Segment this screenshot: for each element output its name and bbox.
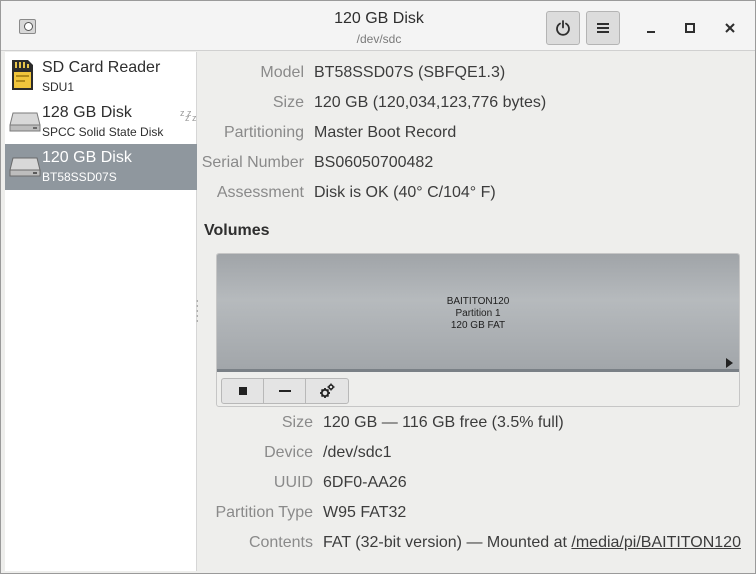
partition-description: 120 GB FAT (450, 320, 506, 331)
mount-point-link[interactable]: /media/pi/BAITITON120 (571, 534, 741, 551)
assessment-label: Assessment (216, 184, 304, 201)
partition-type-label: Partition Type (215, 504, 313, 521)
drive-subtitle: SPCC Solid State Disk (42, 125, 164, 139)
disk-drive-icon (9, 112, 41, 132)
window-title: 120 GB Disk (334, 10, 424, 27)
close-icon (725, 23, 735, 33)
window-subtitle: /dev/sdc (356, 32, 402, 46)
unmount-button[interactable] (222, 379, 264, 403)
size-label: Size (272, 94, 304, 111)
drive-item-120gb-disk[interactable]: 120 GB Disk BT58SSD07S (5, 144, 197, 190)
power-icon (556, 20, 570, 36)
disks-app-icon (19, 19, 36, 34)
contents-text: FAT (32-bit version) — Mounted at (323, 534, 572, 551)
header-bar: 120 GB Disk /dev/sdc (1, 1, 755, 51)
contents-value: FAT (32-bit version) — Mounted at /media… (323, 533, 741, 553)
uuid-value: 6DF0-AA26 (323, 474, 407, 491)
sleep-icon: z z z z (180, 108, 197, 123)
partition-label: BAITITON120 Partition 1 120 GB FAT (217, 296, 739, 332)
maximize-button[interactable] (677, 15, 703, 41)
hamburger-menu-icon (597, 23, 609, 33)
drive-details: Model BT58SSD07S (SBFQE1.3) Size 120 GB … (198, 52, 755, 571)
menu-button[interactable] (586, 11, 620, 45)
device-label: Device (264, 444, 313, 461)
power-off-button[interactable] (546, 11, 580, 45)
volume-size-value: 120 GB — 116 GB free (3.5% full) (323, 414, 564, 431)
partition-type-value: W95 FAT32 (323, 504, 407, 521)
uuid-label: UUID (273, 474, 313, 491)
gears-icon (320, 383, 335, 398)
minimize-button[interactable] (638, 15, 664, 41)
assessment-value: Disk is OK (40° C/104° F) (314, 184, 496, 201)
minimize-icon (647, 31, 655, 33)
stop-icon (238, 387, 247, 395)
drive-subtitle: SDU1 (42, 80, 75, 94)
size-value: 120 GB (120,034,123,776 bytes) (314, 94, 547, 111)
partition-name: BAITITON120 (446, 296, 510, 307)
drive-name: 128 GB Disk (42, 104, 132, 121)
partition-number: Partition 1 (455, 308, 501, 319)
serial-number-value: BS06050700482 (314, 154, 434, 171)
partitioning-value: Master Boot Record (314, 124, 457, 141)
delete-partition-button[interactable] (264, 379, 306, 403)
sd-card-icon (12, 60, 33, 90)
drive-list: SD Card Reader SDU1 128 GB Disk SPCC Sol… (5, 52, 197, 571)
partition-options-button[interactable] (306, 379, 348, 403)
partitioning-label: Partitioning (223, 124, 304, 141)
volumes-heading: Volumes (204, 222, 270, 239)
serial-number-label: Serial Number (201, 154, 304, 171)
model-value: BT58SSD07S (SBFQE1.3) (314, 64, 506, 81)
disks-window: 120 GB Disk /dev/sdc SD Card Reader SDU1… (0, 0, 756, 574)
volume-toolbar (221, 378, 349, 404)
drive-subtitle: BT58SSD07S (42, 170, 117, 184)
drive-item-128gb-disk[interactable]: 128 GB Disk SPCC Solid State Disk z z z … (5, 99, 197, 145)
contents-label: Contents (248, 534, 313, 551)
device-value: /dev/sdc1 (323, 444, 392, 461)
title-area: 120 GB Disk /dev/sdc (241, 9, 517, 47)
volume-size-label: Size (281, 414, 313, 431)
close-button[interactable] (717, 15, 743, 41)
model-label: Model (260, 64, 304, 81)
maximize-icon (685, 23, 695, 33)
volumes-panel: BAITITON120 Partition 1 120 GB FAT (216, 253, 740, 407)
drive-item-sd-card-reader[interactable]: SD Card Reader SDU1 (5, 54, 197, 100)
play-arrow-icon (726, 358, 733, 368)
disk-drive-icon (9, 157, 41, 177)
minus-icon (278, 390, 291, 392)
drive-name: 120 GB Disk (42, 149, 132, 166)
drive-name: SD Card Reader (42, 59, 161, 76)
partition-block[interactable]: BAITITON120 Partition 1 120 GB FAT (217, 254, 739, 372)
